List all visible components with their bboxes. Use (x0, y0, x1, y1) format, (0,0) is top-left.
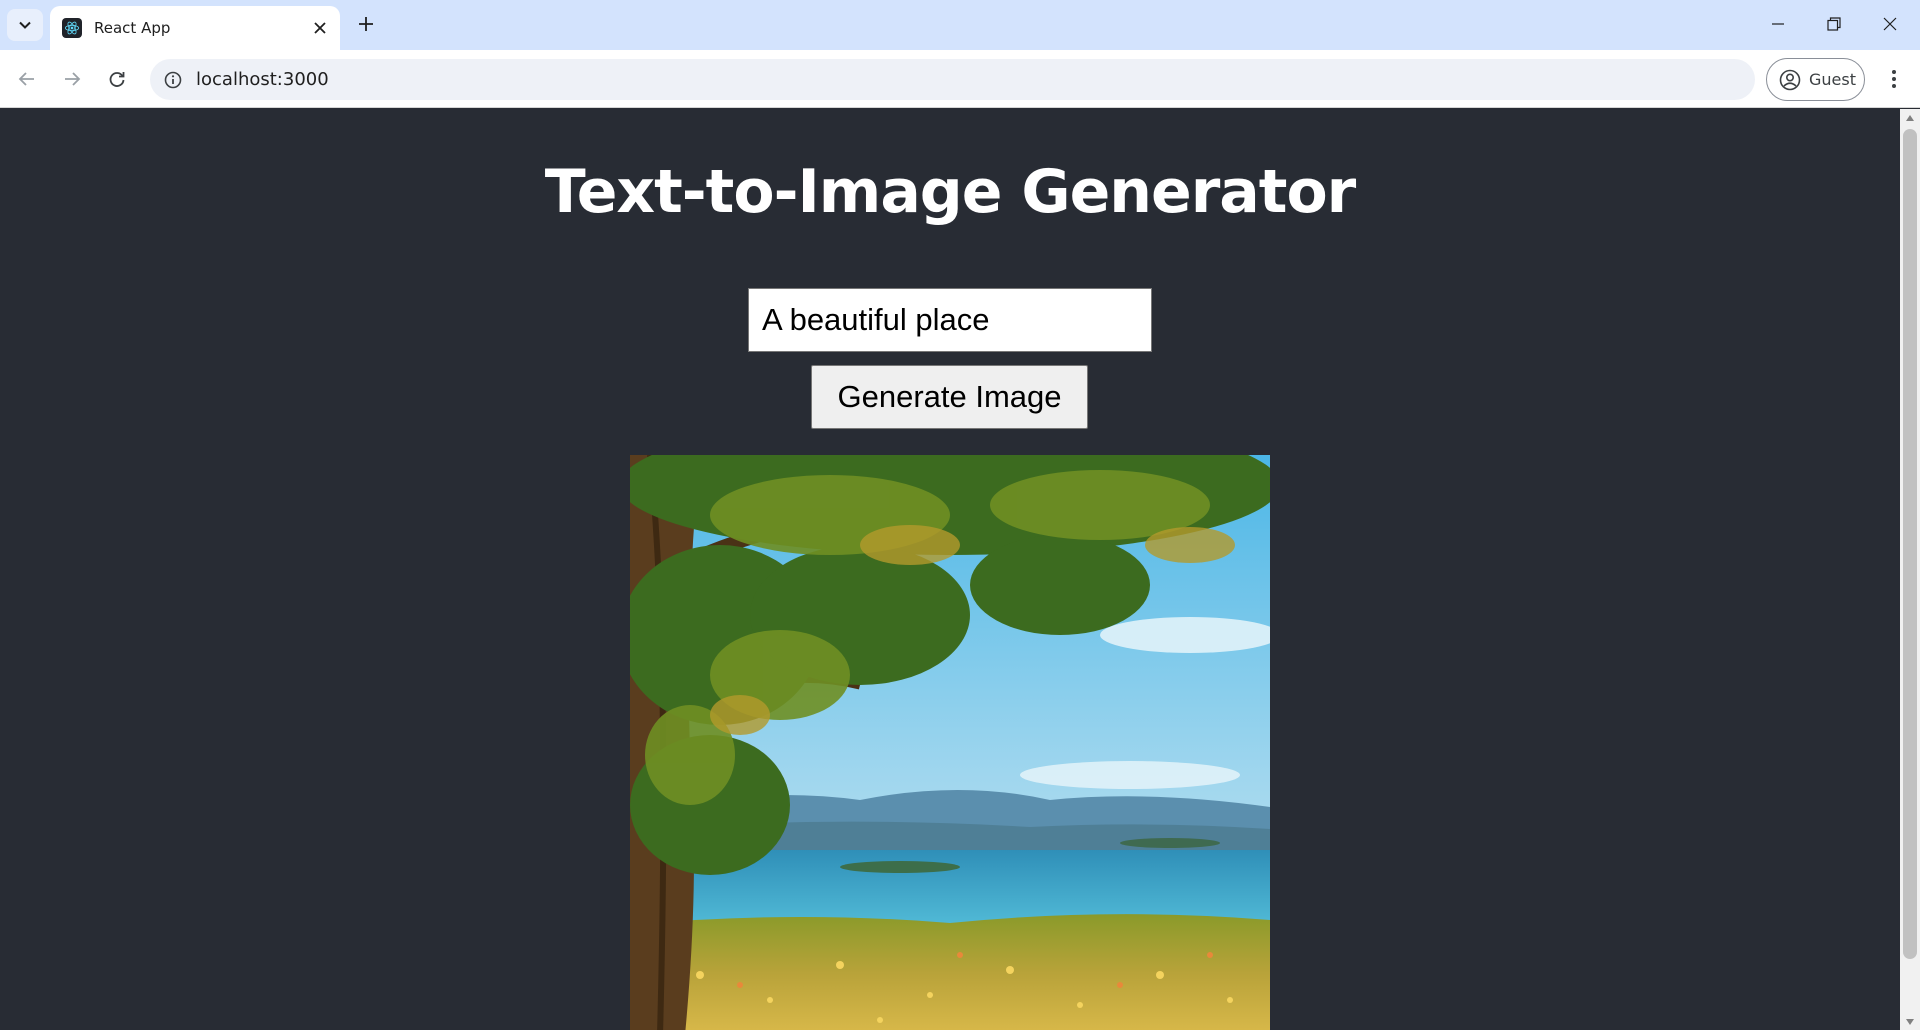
profile-label: Guest (1809, 70, 1856, 89)
tab-search-button[interactable] (7, 9, 43, 41)
prompt-input[interactable] (748, 288, 1152, 352)
browser-toolbar: localhost:3000 Guest (0, 50, 1920, 108)
url-text: localhost:3000 (196, 69, 329, 90)
page-viewport: Text-to-Image Generator Generate Image (0, 109, 1900, 1030)
restore-button[interactable] (1806, 0, 1862, 48)
profile-button[interactable]: Guest (1766, 58, 1865, 101)
scroll-up-icon[interactable] (1900, 109, 1920, 126)
new-tab-button[interactable] (352, 10, 380, 38)
close-window-button[interactable] (1862, 0, 1918, 48)
browser-menu-button[interactable] (1878, 63, 1910, 95)
back-button[interactable] (11, 63, 43, 95)
minimize-icon (1772, 23, 1784, 25)
forward-button[interactable] (56, 63, 88, 95)
tab-react-app[interactable]: React App (50, 6, 340, 50)
address-bar[interactable]: localhost:3000 (150, 59, 1755, 100)
page-title: Text-to-Image Generator (544, 157, 1357, 227)
tab-strip: React App (0, 0, 1920, 50)
vertical-scrollbar[interactable] (1900, 109, 1920, 1030)
restore-icon (1827, 17, 1841, 31)
chevron-down-icon (19, 21, 31, 29)
scroll-down-icon[interactable] (1900, 1013, 1920, 1030)
account-circle-icon (1779, 69, 1801, 90)
generated-image (630, 455, 1270, 1030)
react-logo-icon (62, 18, 82, 38)
tab-title: React App (94, 19, 171, 37)
tab-close-button[interactable] (308, 16, 332, 40)
close-icon (1883, 17, 1897, 31)
minimize-button[interactable] (1750, 0, 1806, 48)
reload-icon (109, 72, 125, 87)
arrow-right-icon (65, 72, 81, 86)
generate-image-button[interactable]: Generate Image (811, 365, 1088, 429)
reload-button[interactable] (101, 63, 133, 95)
scrollbar-thumb[interactable] (1903, 129, 1917, 959)
info-icon[interactable] (162, 69, 184, 91)
arrow-left-icon (18, 72, 34, 86)
close-icon (314, 22, 326, 34)
plus-icon (359, 17, 373, 31)
more-vert-icon (1892, 70, 1896, 88)
